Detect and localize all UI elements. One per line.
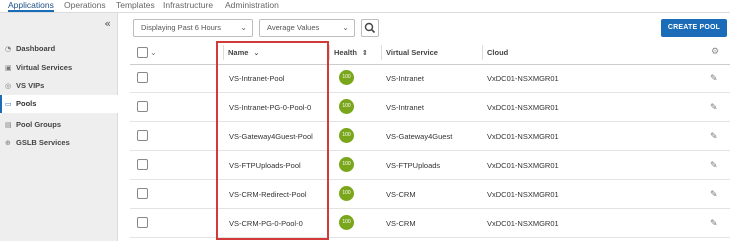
health-score: 100 [339,215,354,230]
gear-icon[interactable]: ⚙ [711,40,719,65]
toolbar: Displaying Past 6 Hours ⌄ Average Values… [118,13,730,43]
row-checkbox[interactable] [137,130,148,141]
sidebar-item-label: VS VIPs [16,81,45,90]
health-score: 100 [339,128,354,143]
cloud: VxDC01-NSXMGR01 [487,74,559,83]
time-range-value: Displaying Past 6 Hours [141,23,222,32]
column-cloud-label: Cloud [487,48,509,57]
metric-value: Average Values [267,23,320,32]
time-range-select[interactable]: Displaying Past 6 Hours ⌄ [133,19,253,37]
pencil-icon[interactable]: ✎ [710,123,718,151]
row-checkbox[interactable] [137,188,148,199]
column-header-cloud[interactable]: Cloud [482,40,509,65]
tab-administration[interactable]: Administration [225,0,279,12]
tab-operations[interactable]: Operations [64,0,106,12]
cloud: VxDC01-NSXMGR01 [487,103,559,112]
sidebar-item-label: GSLB Services [16,138,70,147]
sidebar-item-label: Pools [16,99,37,108]
cloud: VxDC01-NSXMGR01 [487,190,559,199]
dashboard-icon: ◔ [5,45,12,53]
column-header-health[interactable]: Health ⇕ [329,40,368,65]
sidebar-item-label: Virtual Services [16,63,73,72]
virtual-service[interactable]: VS-Gateway4Guest [386,123,452,151]
tab-applications[interactable]: Applications [8,0,54,12]
health-score: 100 [339,70,354,85]
chevron-down-icon: ⌄ [240,23,247,32]
virtual-service[interactable]: VS-Intranet [386,65,424,93]
pencil-icon[interactable]: ✎ [710,210,718,238]
virtual-service[interactable]: VS-CRM [386,210,416,238]
sort-icon: ⇕ [362,49,368,57]
health-score: 100 [339,157,354,172]
tab-infrastructure[interactable]: Infrastructure [163,0,213,12]
location-pin-icon: ◎ [5,82,12,90]
select-all-checkbox[interactable] [137,47,148,58]
tab-templates[interactable]: Templates [116,0,155,12]
pool-group-icon: ▤ [5,121,12,129]
virtual-service[interactable]: VS-FTPUploads [386,152,440,180]
pencil-icon[interactable]: ✎ [710,65,718,93]
health-score: 100 [339,186,354,201]
column-virtual-service-label: Virtual Service [386,48,438,57]
row-checkbox[interactable] [137,217,148,228]
chevron-down-icon: ⌄ [342,23,349,32]
search-button[interactable] [361,19,379,37]
sidebar-item-vs-vips[interactable]: ◎ VS VIPs [0,77,118,95]
search-icon [364,22,376,34]
sidebar: « ◔ Dashboard ▣ Virtual Services ◎ VS VIPs … [0,13,118,241]
sidebar-item-dashboard[interactable]: ◔ Dashboard [0,40,118,58]
virtual-service[interactable]: VS-CRM [386,181,416,209]
double-chevron-left-icon[interactable]: « [104,17,111,30]
virtual-service[interactable]: VS-Intranet [386,94,424,122]
sidebar-item-label: Pool Groups [16,120,61,129]
top-nav: Applications Operations Templates Infras… [0,0,730,13]
health-score: 100 [339,99,354,114]
pencil-icon[interactable]: ✎ [710,94,718,122]
row-checkbox[interactable] [137,72,148,83]
cloud: VxDC01-NSXMGR01 [487,219,559,228]
sidebar-item-pools[interactable]: ▭ Pools [0,95,118,113]
cloud: VxDC01-NSXMGR01 [487,161,559,170]
virtual-services-icon: ▣ [5,64,12,72]
create-pool-button[interactable]: CREATE POOL [661,19,727,37]
row-checkbox[interactable] [137,101,148,112]
sidebar-item-label: Dashboard [16,44,56,53]
column-header-virtual-service[interactable]: Virtual Service [381,40,438,65]
sidebar-item-gslb-services[interactable]: ⊕ GSLB Services [0,134,118,152]
sidebar-item-virtual-services[interactable]: ▣ Virtual Services [0,59,118,77]
sidebar-item-pool-groups[interactable]: ▤ Pool Groups [0,116,118,134]
metric-select[interactable]: Average Values ⌄ [259,19,355,37]
row-checkbox[interactable] [137,159,148,170]
cloud: VxDC01-NSXMGR01 [487,132,559,141]
chevron-down-icon[interactable]: ⌄ [150,40,157,65]
pencil-icon[interactable]: ✎ [710,152,718,180]
name-column-highlight [216,41,329,240]
pencil-icon[interactable]: ✎ [710,181,718,209]
column-health-label: Health [334,48,357,57]
pool-icon: ▭ [5,100,12,108]
globe-icon: ⊕ [5,139,11,147]
